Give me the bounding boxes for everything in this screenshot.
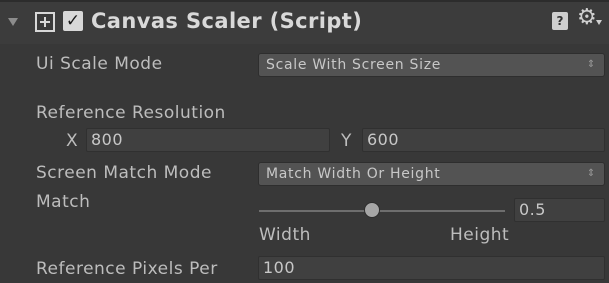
header-divider <box>0 0 609 2</box>
reference-pixels-per-unit-field[interactable]: 100 <box>258 256 605 280</box>
match-slider-track[interactable] <box>259 210 505 212</box>
gear-dropdown-caret-icon[interactable] <box>596 20 602 25</box>
match-slider-thumb[interactable] <box>364 202 380 218</box>
inspector-panel: ✓ Canvas Scaler (Script) ? ⚙ Ui Scale Mo… <box>0 0 609 283</box>
screen-match-mode-dropdown[interactable]: Match Width Or Height ⇕ <box>258 162 605 186</box>
reference-resolution-x-field[interactable]: 800 <box>86 128 330 152</box>
dropdown-arrow-icon: ⇕ <box>586 168 596 179</box>
component-header[interactable]: ✓ Canvas Scaler (Script) ? ⚙ <box>0 0 609 44</box>
ui-scale-mode-dropdown[interactable]: Scale With Screen Size ⇕ <box>258 53 605 77</box>
reference-resolution-y-field[interactable]: 600 <box>362 128 605 152</box>
screen-match-mode-value: Match Width Or Height <box>266 166 441 182</box>
match-min-label: Width <box>259 225 311 245</box>
reference-resolution-x-label[interactable]: X <box>66 131 78 151</box>
gear-icon[interactable]: ⚙ <box>577 6 597 30</box>
match-value-field[interactable]: 0.5 <box>514 198 605 222</box>
icon-bar-vertical <box>44 17 46 27</box>
screen-match-mode-label: Screen Match Mode <box>36 163 212 183</box>
reference-pixels-per-unit-label: Reference Pixels Per <box>36 259 218 279</box>
ui-scale-mode-value: Scale With Screen Size <box>266 57 442 73</box>
help-book-icon[interactable]: ? <box>552 12 568 30</box>
dropdown-arrow-icon: ⇕ <box>586 59 596 70</box>
component-title: Canvas Scaler (Script) <box>91 9 363 33</box>
canvas-scaler-icon <box>35 12 55 32</box>
ui-scale-mode-label: Ui Scale Mode <box>36 54 163 74</box>
match-max-label: Height <box>450 225 510 245</box>
component-enabled-checkbox[interactable]: ✓ <box>63 11 83 31</box>
reference-resolution-label: Reference Resolution <box>36 103 226 123</box>
foldout-arrow-icon[interactable] <box>8 18 18 26</box>
reference-resolution-y-label[interactable]: Y <box>341 131 352 151</box>
match-label: Match <box>36 192 91 212</box>
